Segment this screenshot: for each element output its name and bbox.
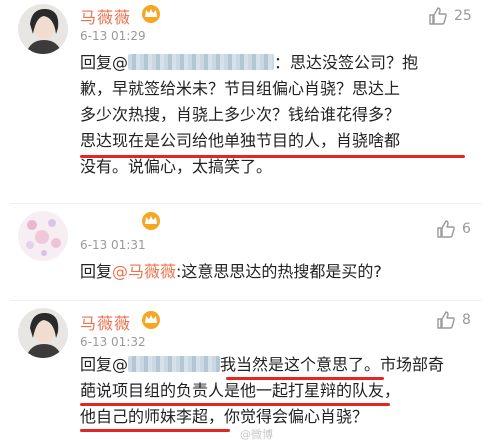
comment-1: 马薇薇 6-13 01:29 25 回复@ ：思达没签公司？抱 歉，早就签给米未？…: [0, 0, 491, 205]
comment-line: 思达现在是公司给他单独节目的人，肖骁啥都: [80, 131, 401, 150]
comment-line-text: :这意思思达的热搜都是买的?: [176, 262, 382, 281]
comment-3: 马薇薇 6-13 01:32 8 回复@ 我当然是这个意思了。市场部奇 葩说项目组…: [0, 302, 491, 441]
mention-link[interactable]: @马薇薇: [112, 262, 176, 281]
vip-crown-icon: [142, 5, 160, 23]
thumbs-up-icon: [437, 220, 455, 238]
divider: [10, 300, 481, 301]
redacted-username: [128, 356, 221, 372]
like-count: 8: [462, 312, 471, 328]
like-count: 6: [462, 221, 471, 237]
username[interactable]: 马薇薇: [80, 4, 131, 28]
comment-line-text: 我当然是这个意思了。市场部奇: [220, 355, 445, 374]
timestamp: 6-13 01:32: [80, 335, 146, 349]
like-button[interactable]: 25: [428, 6, 472, 26]
comment-text: 回复@马薇薇:这意思思达的热搜都是买的?: [80, 259, 480, 285]
avatar[interactable]: [18, 308, 68, 358]
comment-line: 葩说项目组的负责人是他一起打星辩的队友，: [80, 381, 401, 400]
vip-crown-icon: [142, 212, 160, 230]
avatar[interactable]: [18, 4, 68, 54]
reply-prefix: 回复: [80, 262, 113, 281]
thumbs-up-icon: [437, 311, 455, 329]
vip-crown-icon: [142, 311, 160, 329]
comment-text: 回复@ ：思达没签公司？抱 歉，早就签给米未？节目组偏心肖骁？思达上 多少次热搜，…: [80, 50, 480, 180]
comment-line: 歉，早就签给米未？节目组偏心肖骁？思达上: [80, 79, 401, 98]
comment-line: 回复@ 我当然是这个意思了。市场部奇: [80, 352, 480, 378]
like-button[interactable]: 8: [436, 310, 471, 330]
timestamp: 6-13 01:29: [80, 29, 146, 43]
comment-line: 回复@ ：思达没签公司？抱: [80, 50, 480, 76]
like-button[interactable]: 6: [436, 219, 471, 239]
red-underline: [80, 403, 390, 406]
red-underline: [80, 155, 465, 158]
comment-line: 多少次热搜，肖骁上多少次？钱给谁花得多？: [80, 105, 401, 124]
username[interactable]: 马薇薇: [80, 310, 131, 334]
divider: [10, 203, 481, 204]
red-underline: [226, 377, 384, 380]
like-count: 25: [454, 8, 472, 24]
comment-line-text: ：思达没签公司？抱: [274, 53, 419, 72]
reply-prefix: 回复@: [80, 53, 129, 72]
thumbs-up-icon: [429, 7, 447, 25]
comment-text: 回复@ 我当然是这个意思了。市场部奇 葩说项目组的负责人是他一起打星辩的队友， 他…: [80, 352, 480, 430]
avatar[interactable]: [18, 211, 68, 261]
redacted-username: [128, 54, 275, 70]
comment-line: 他自己的师妹李超，你觉得会偏心肖骁？: [80, 407, 369, 426]
reply-prefix: 回复@: [80, 355, 129, 374]
watermark: @微博: [240, 428, 273, 441]
comment-2: 6-13 01:31 6 回复@马薇薇:这意思思达的热搜都是买的?: [0, 205, 491, 300]
red-underline: [80, 429, 230, 432]
timestamp: 6-13 01:31: [80, 238, 146, 252]
